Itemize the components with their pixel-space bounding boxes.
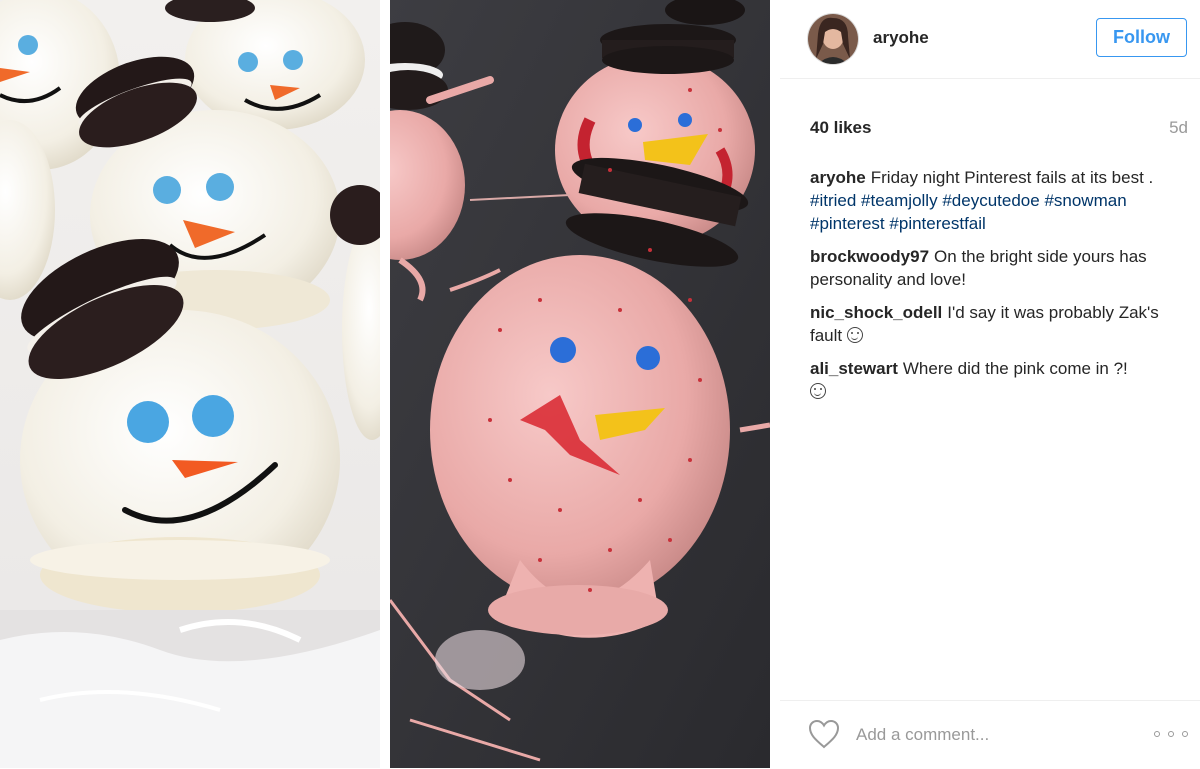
comment-text: Where did the pink come in ?! [902, 359, 1128, 378]
heart-icon[interactable] [808, 719, 840, 749]
comment-text: Friday night Pinterest fails at its best… [870, 168, 1154, 187]
hashtag-link[interactable]: #teamjolly [861, 191, 938, 210]
hashtag-link[interactable]: #itried [810, 191, 856, 210]
hashtag-link[interactable]: #pinterestfail [889, 214, 985, 233]
smiley-emoji-icon [810, 383, 826, 399]
post-username[interactable]: aryohe [873, 28, 929, 48]
avatar[interactable] [808, 14, 858, 64]
comment-input[interactable] [854, 719, 1138, 751]
hashtag-link[interactable]: #snowman [1044, 191, 1126, 210]
comment-username[interactable]: nic_shock_odell [810, 303, 942, 322]
comment-username[interactable]: ali_stewart [810, 359, 898, 378]
more-options-icon[interactable] [1154, 725, 1188, 743]
comments-list: aryohe Friday night Pinterest fails at it… [810, 166, 1192, 413]
likes-count[interactable]: 40 likes [810, 118, 871, 138]
comment-username[interactable]: aryohe [810, 168, 866, 187]
post-sidebar: aryohe Follow 40 likes 5d aryohe Friday n… [780, 0, 1200, 768]
photo-pinterest-original [0, 0, 380, 768]
comment: ali_stewart Where did the pink come in ?! [810, 357, 1192, 403]
comment: brockwoody97 On the bright side yours has… [810, 245, 1192, 291]
comment-username[interactable]: brockwoody97 [810, 247, 929, 266]
comment-bar [780, 700, 1200, 769]
hashtag-link[interactable]: #deycutedoe [942, 191, 1039, 210]
comment: nic_shock_odell I'd say it was probably Z… [810, 301, 1192, 347]
caption: aryohe Friday night Pinterest fails at it… [810, 166, 1192, 235]
post-header: aryohe Follow [780, 0, 1200, 79]
post-media[interactable] [0, 0, 780, 768]
hashtag-link[interactable]: #pinterest [810, 214, 885, 233]
smiley-emoji-icon [846, 327, 863, 343]
follow-button[interactable]: Follow [1096, 18, 1187, 57]
post-age[interactable]: 5d [1169, 118, 1188, 138]
photo-attempt [390, 0, 770, 768]
